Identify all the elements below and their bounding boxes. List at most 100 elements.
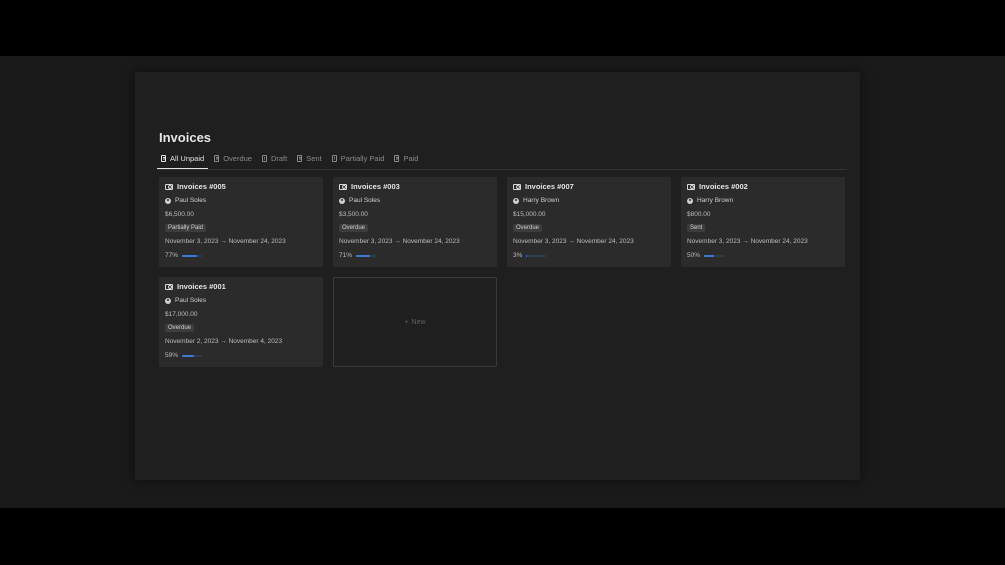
invoice-icon	[687, 183, 695, 190]
document-icon	[394, 154, 400, 162]
tab-partially-paid[interactable]: Partially Paid	[328, 152, 389, 168]
progress-fill	[182, 254, 198, 257]
progress-bar	[704, 254, 725, 257]
invoice-card[interactable]: Invoices #001 Paul Soles $17,000.00 Over…	[159, 277, 323, 367]
card-header: Invoices #005	[165, 182, 226, 191]
person-name: Paul Soles	[175, 297, 207, 304]
page-panel: Invoices All Unpaid Overdue Draft Sent P…	[135, 72, 860, 480]
tab-label: Partially Paid	[340, 153, 385, 163]
new-label: New	[411, 318, 426, 326]
card-amount: $3,500.00	[339, 211, 368, 218]
card-progress: 59%	[165, 352, 203, 359]
tab-paid[interactable]: Paid	[390, 152, 422, 168]
progress-bar	[182, 354, 203, 357]
new-card-button[interactable]: + New	[333, 277, 497, 367]
status-badge: Overdue	[165, 324, 195, 332]
person-icon	[165, 197, 171, 204]
card-person: Harry Brown	[513, 197, 559, 204]
invoice-icon	[339, 183, 347, 190]
tab-label: Draft	[270, 153, 288, 163]
card-person: Paul Soles	[339, 197, 380, 204]
card-header: Invoices #002	[687, 182, 748, 191]
progress-fill	[526, 254, 527, 257]
card-status: Partially Paid	[165, 224, 207, 232]
card-progress: 3%	[513, 252, 547, 259]
tab-label: Sent	[306, 153, 322, 163]
document-icon	[297, 154, 303, 162]
progress-label: 71%	[339, 252, 353, 259]
card-title: Invoices #005	[177, 182, 226, 191]
plus-icon: +	[404, 318, 409, 326]
card-header: Invoices #007	[513, 182, 574, 191]
progress-bar	[526, 254, 547, 257]
card-dates: November 3, 2023 → November 24, 2023	[165, 238, 286, 245]
person-name: Paul Soles	[175, 197, 207, 204]
person-name: Paul Soles	[349, 197, 381, 204]
tab-label: All Unpaid	[170, 153, 205, 163]
card-person: Paul Soles	[165, 297, 206, 304]
status-badge: Sent	[687, 224, 706, 232]
card-dates: November 3, 2023 → November 24, 2023	[513, 238, 634, 245]
card-dates: November 3, 2023 → November 24, 2023	[687, 238, 808, 245]
progress-bar	[356, 254, 377, 257]
card-title: Invoices #007	[525, 182, 574, 191]
progress-label: 3%	[513, 252, 523, 259]
letterbox-top	[0, 0, 1005, 56]
document-icon	[261, 154, 267, 162]
progress-bar	[182, 254, 203, 257]
status-badge: Overdue	[339, 224, 369, 232]
card-dates: November 2, 2023 → November 4, 2023	[165, 338, 283, 345]
status-badge: Partially Paid	[165, 224, 207, 232]
card-status: Sent	[687, 224, 706, 232]
tab-overdue[interactable]: Overdue	[210, 152, 256, 168]
card-status: Overdue	[513, 224, 543, 232]
invoice-card[interactable]: Invoices #003 Paul Soles $3,500.00 Overd…	[333, 177, 497, 267]
card-amount: $17,000.00	[165, 311, 198, 318]
tab-all-unpaid[interactable]: All Unpaid	[157, 152, 209, 169]
person-icon	[165, 297, 171, 304]
progress-label: 59%	[165, 352, 179, 359]
tab-sent[interactable]: Sent	[293, 152, 325, 168]
person-icon	[339, 197, 345, 204]
card-person: Paul Soles	[165, 197, 206, 204]
card-person: Harry Brown	[687, 197, 733, 204]
card-progress: 77%	[165, 252, 203, 259]
card-dates: November 3, 2023 → November 24, 2023	[339, 238, 460, 245]
invoice-icon	[165, 283, 173, 290]
card-title: Invoices #002	[699, 182, 748, 191]
person-name: Harry Brown	[523, 197, 560, 204]
progress-fill	[704, 254, 715, 257]
person-name: Harry Brown	[697, 197, 734, 204]
card-progress: 71%	[339, 252, 377, 259]
person-icon	[513, 197, 519, 204]
tab-draft[interactable]: Draft	[258, 152, 291, 168]
invoice-icon	[513, 183, 521, 190]
card-header: Invoices #003	[339, 182, 400, 191]
document-icon	[161, 154, 166, 162]
invoice-card[interactable]: Invoices #002 Harry Brown $800.00 Sent N…	[681, 177, 845, 267]
view-tabs: All Unpaid Overdue Draft Sent Partially …	[157, 152, 847, 170]
invoice-card[interactable]: Invoices #007 Harry Brown $15,000.00 Ove…	[507, 177, 671, 267]
document-icon	[214, 154, 220, 162]
card-header: Invoices #001	[165, 282, 226, 291]
card-status: Overdue	[165, 324, 195, 332]
video-frame: Invoices All Unpaid Overdue Draft Sent P…	[0, 56, 1005, 508]
progress-fill	[182, 354, 194, 357]
tab-label: Overdue	[223, 153, 252, 163]
invoice-icon	[165, 183, 173, 190]
card-amount: $6,500.00	[165, 211, 194, 218]
page-title: Invoices	[159, 130, 212, 145]
person-icon	[687, 197, 693, 204]
card-title: Invoices #001	[177, 282, 226, 291]
status-badge: Overdue	[513, 224, 543, 232]
card-status: Overdue	[339, 224, 369, 232]
tab-label: Paid	[403, 153, 419, 163]
invoice-card[interactable]: Invoices #005 Paul Soles $6,500.00 Parti…	[159, 177, 323, 267]
progress-fill	[356, 254, 371, 257]
card-amount: $15,000.00	[513, 211, 546, 218]
progress-label: 50%	[687, 252, 701, 259]
card-progress: 50%	[687, 252, 725, 259]
progress-label: 77%	[165, 252, 179, 259]
card-amount: $800.00	[687, 211, 711, 218]
card-title: Invoices #003	[351, 182, 400, 191]
